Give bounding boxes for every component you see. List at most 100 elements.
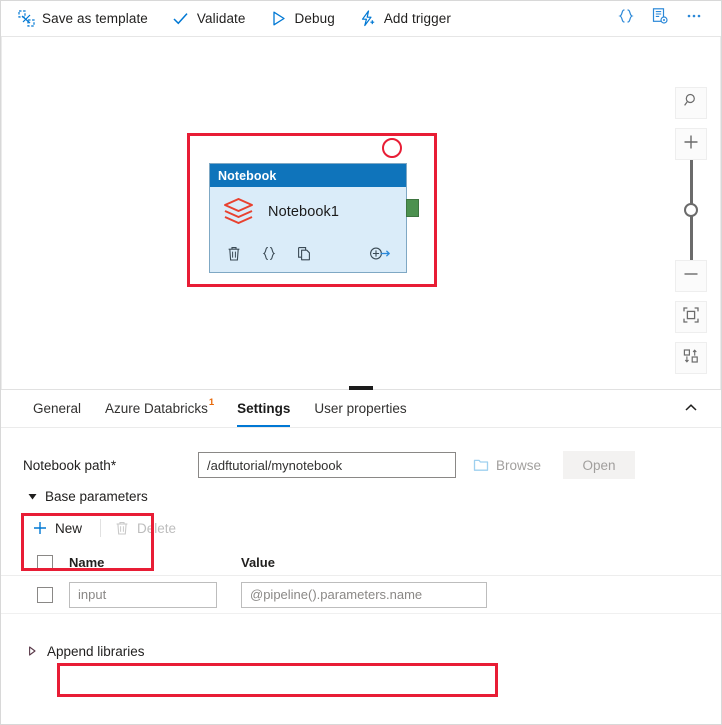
parameter-value-input[interactable] bbox=[241, 581, 487, 608]
zoom-in-button[interactable] bbox=[675, 128, 707, 160]
auto-align-button[interactable] bbox=[675, 342, 707, 374]
activity-code-button[interactable] bbox=[257, 245, 281, 267]
properties-icon bbox=[651, 7, 669, 30]
plus-icon bbox=[31, 519, 49, 537]
validate-label: Validate bbox=[196, 11, 246, 26]
checkmark-icon bbox=[172, 10, 190, 28]
minus-icon bbox=[682, 265, 700, 288]
panel-tabs: General Azure Databricks 1 Settings User… bbox=[1, 390, 721, 428]
notebook-path-label-text: Notebook path bbox=[23, 457, 111, 473]
delete-parameter-button[interactable]: Delete bbox=[111, 514, 184, 542]
databricks-logo-icon bbox=[222, 197, 256, 227]
open-button[interactable]: Open bbox=[563, 451, 636, 479]
toolbar-right-group bbox=[607, 5, 709, 33]
notebook-activity-node[interactable]: Notebook Notebook1 bbox=[209, 163, 407, 273]
zoom-search-button[interactable] bbox=[675, 87, 707, 119]
more-options-button[interactable] bbox=[679, 5, 709, 33]
append-libraries-section-header[interactable]: Append libraries bbox=[1, 636, 721, 666]
debug-label: Debug bbox=[294, 11, 335, 26]
add-trigger-button[interactable]: Add trigger bbox=[357, 5, 461, 33]
add-output-button[interactable] bbox=[368, 245, 392, 267]
select-all-checkbox[interactable] bbox=[37, 554, 53, 571]
plus-icon bbox=[682, 133, 700, 156]
base-parameters-header-row: Name Value bbox=[1, 550, 721, 576]
canvas-left-rail bbox=[1, 37, 2, 389]
append-libraries-title: Append libraries bbox=[47, 643, 145, 659]
notebook-activity-body: Notebook1 bbox=[210, 187, 406, 273]
trash-icon bbox=[113, 519, 131, 537]
tab-user-properties[interactable]: User properties bbox=[302, 389, 418, 427]
delete-activity-button[interactable] bbox=[222, 245, 246, 267]
triangle-right-icon bbox=[28, 646, 37, 656]
code-braces-icon bbox=[261, 245, 277, 267]
adf-pipeline-editor: Save as template Validate Debug Add trig… bbox=[0, 0, 722, 725]
pipeline-canvas[interactable]: Notebook Notebook1 bbox=[1, 37, 721, 389]
base-parameters-section-header[interactable]: Base parameters bbox=[1, 482, 721, 510]
column-header-name: Name bbox=[69, 555, 105, 570]
zoom-slider[interactable] bbox=[675, 160, 707, 260]
properties-button[interactable] bbox=[645, 5, 675, 33]
chevron-up-icon bbox=[684, 401, 698, 420]
open-label: Open bbox=[582, 457, 616, 473]
add-trigger-label: Add trigger bbox=[383, 11, 451, 26]
zoom-to-fit-button[interactable] bbox=[675, 301, 707, 333]
tab-azure-databricks[interactable]: Azure Databricks 1 bbox=[93, 389, 225, 427]
tab-settings[interactable]: Settings bbox=[225, 389, 302, 427]
view-code-button[interactable] bbox=[611, 5, 641, 33]
trash-icon bbox=[226, 245, 242, 267]
parameter-name-input[interactable] bbox=[69, 581, 217, 608]
tab-user-properties-label: User properties bbox=[314, 400, 407, 416]
notebook-path-row: Notebook path* Browse Open bbox=[1, 428, 721, 482]
table-row bbox=[1, 576, 721, 614]
row-select-checkbox[interactable] bbox=[37, 586, 53, 603]
tab-general-label: General bbox=[33, 400, 82, 416]
base-parameters-table: Name Value bbox=[1, 550, 721, 614]
lightning-plus-icon bbox=[359, 10, 377, 28]
zoom-slider-thumb[interactable] bbox=[684, 203, 698, 217]
save-as-template-icon bbox=[17, 10, 35, 28]
notebook-path-input[interactable] bbox=[198, 452, 456, 478]
debug-button[interactable]: Debug bbox=[268, 5, 345, 33]
editor-toolbar: Save as template Validate Debug Add trig… bbox=[1, 1, 721, 37]
play-icon bbox=[270, 10, 288, 28]
search-icon bbox=[683, 92, 700, 114]
notebook-path-label: Notebook path* bbox=[23, 458, 198, 473]
ellipsis-icon bbox=[685, 7, 703, 30]
commandbar-separator bbox=[100, 519, 102, 537]
browse-label: Browse bbox=[496, 457, 542, 473]
annotation-circle-activity bbox=[382, 138, 402, 158]
save-as-template-button[interactable]: Save as template bbox=[15, 5, 158, 33]
code-braces-icon bbox=[617, 7, 635, 30]
copy-icon bbox=[296, 245, 312, 267]
auto-align-icon bbox=[682, 347, 700, 370]
tab-azure-databricks-badge: 1 bbox=[208, 396, 215, 408]
notebook-activity-header: Notebook bbox=[210, 164, 406, 187]
required-marker: * bbox=[110, 457, 117, 473]
add-output-icon bbox=[369, 245, 391, 267]
new-parameter-button[interactable]: New bbox=[29, 514, 90, 542]
folder-icon bbox=[472, 456, 490, 474]
canvas-right-rail bbox=[720, 37, 721, 389]
triangle-down-icon bbox=[28, 492, 37, 501]
fit-to-screen-icon bbox=[682, 306, 700, 329]
annotation-box-parameter-row bbox=[57, 663, 498, 697]
panel-collapse-button[interactable] bbox=[679, 398, 703, 422]
clone-activity-button[interactable] bbox=[292, 245, 316, 267]
canvas-zoom-controls bbox=[675, 87, 707, 374]
activity-properties-panel: General Azure Databricks 1 Settings User… bbox=[1, 386, 721, 724]
base-parameters-title: Base parameters bbox=[45, 488, 148, 504]
browse-button[interactable]: Browse bbox=[472, 456, 541, 474]
notebook-activity-main: Notebook1 bbox=[210, 187, 406, 227]
tab-general[interactable]: General bbox=[21, 389, 93, 427]
column-header-value: Value bbox=[241, 555, 275, 570]
tab-settings-label: Settings bbox=[237, 400, 291, 416]
delete-parameter-label: Delete bbox=[137, 520, 177, 536]
node-output-connector[interactable] bbox=[406, 199, 419, 217]
zoom-out-button[interactable] bbox=[675, 260, 707, 292]
new-parameter-label: New bbox=[55, 520, 83, 536]
settings-tab-content: Notebook path* Browse Open bbox=[1, 428, 721, 697]
tab-azure-databricks-label: Azure Databricks bbox=[105, 400, 208, 416]
base-parameters-commandbar: New Delete bbox=[1, 512, 721, 544]
save-as-template-label: Save as template bbox=[42, 11, 148, 26]
validate-button[interactable]: Validate bbox=[170, 5, 256, 33]
